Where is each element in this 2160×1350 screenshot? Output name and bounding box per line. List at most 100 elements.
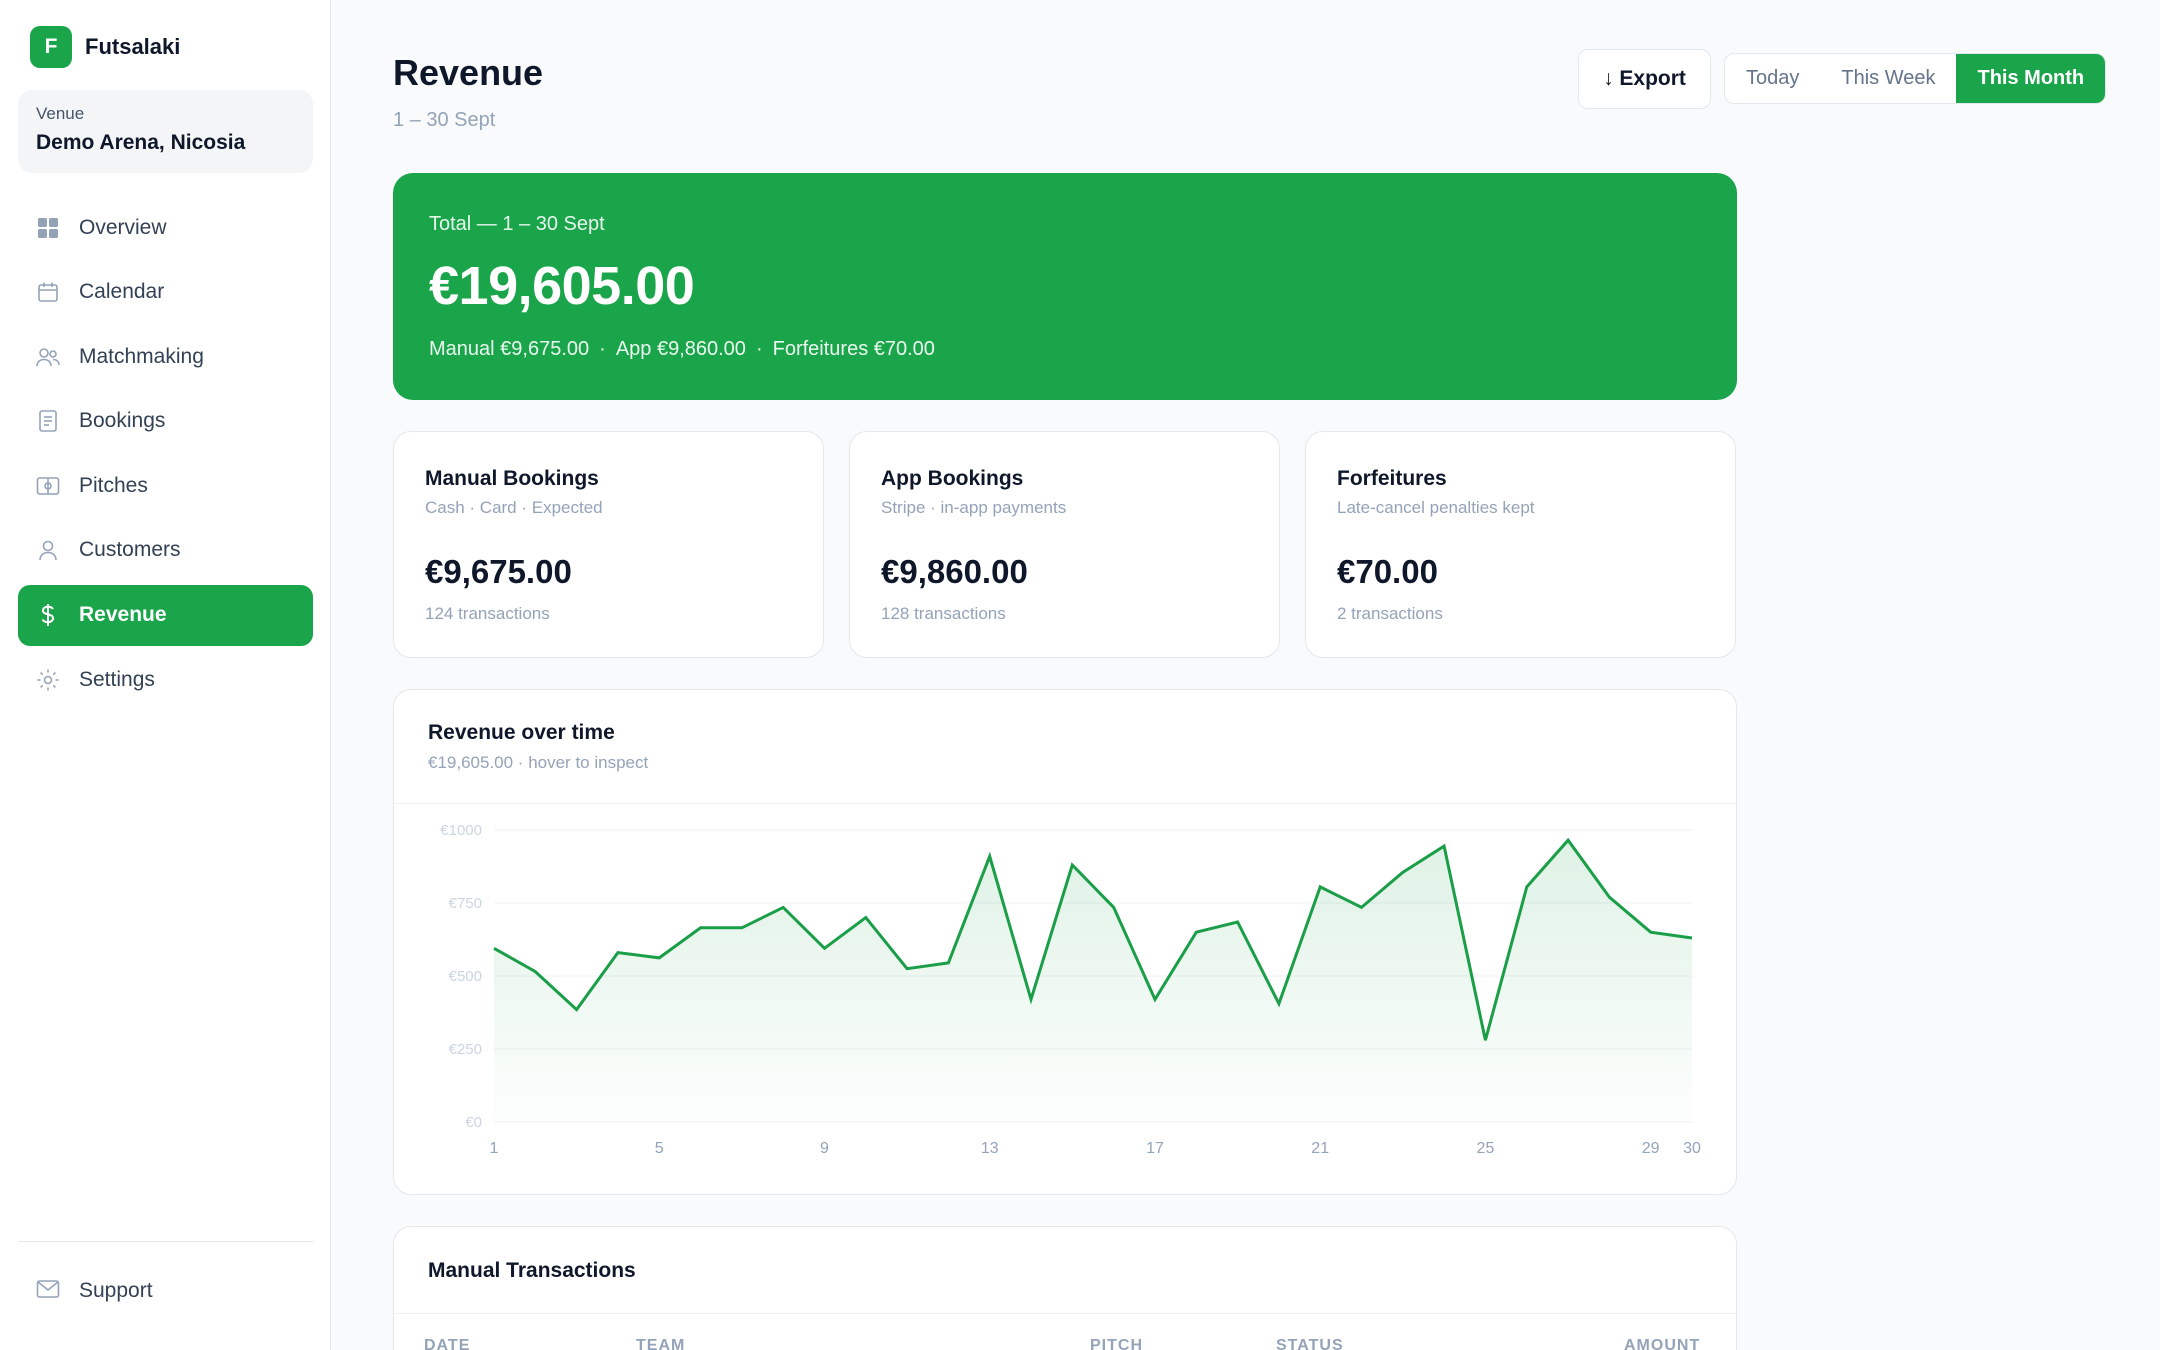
sidebar-item-label: Support xyxy=(79,1279,153,1302)
x-tick-label: 1 xyxy=(490,1140,499,1157)
data-point[interactable] xyxy=(1109,902,1119,912)
breakdown-separator: · xyxy=(599,338,606,360)
data-point[interactable] xyxy=(1315,882,1325,892)
data-point[interactable] xyxy=(1646,927,1656,937)
data-point[interactable] xyxy=(902,964,912,974)
sidebar-item-matchmaking[interactable]: Matchmaking xyxy=(18,326,313,387)
breakdown-manual: Manual €9,675.00 xyxy=(429,338,590,360)
data-point[interactable] xyxy=(737,923,747,933)
sidebar: F Futsalaki Venue Demo Arena, Nicosia Ov… xyxy=(0,0,331,1350)
data-point[interactable] xyxy=(778,902,788,912)
stat-subtitle: Cash · Card · Expected xyxy=(425,498,603,517)
data-point[interactable] xyxy=(1563,835,1573,845)
data-point[interactable] xyxy=(1604,892,1614,902)
data-point[interactable] xyxy=(1067,860,1077,870)
data-point[interactable] xyxy=(1522,882,1532,892)
stat-title: Forfeitures xyxy=(1337,467,1447,490)
data-point[interactable] xyxy=(1150,994,1160,1004)
sidebar-item-bookings[interactable]: Bookings xyxy=(18,391,313,452)
data-point[interactable] xyxy=(1191,927,1201,937)
x-tick-label: 21 xyxy=(1311,1140,1329,1157)
revenue-chart[interactable]: €0 €250 €500 €750 €1000 1 5 9 13 17 21 25 29 30 xyxy=(394,804,1736,1194)
venue-name: Demo Arena, Nicosia xyxy=(36,131,246,154)
grid-icon xyxy=(36,216,60,240)
data-point[interactable] xyxy=(819,943,829,953)
column-header-pitch[interactable]: PITCH xyxy=(1090,1337,1143,1350)
data-point[interactable] xyxy=(1026,994,1036,1004)
revenue-area xyxy=(494,840,1692,1122)
page-subtitle: 1 – 30 Sept xyxy=(393,109,496,131)
stat-card-manual-bookings: Manual Bookings Cash · Card · Expected €… xyxy=(393,431,824,658)
stat-title: App Bookings xyxy=(881,467,1024,490)
gear-icon xyxy=(36,668,60,692)
sidebar-item-pitches[interactable]: Pitches xyxy=(18,455,313,516)
sidebar-item-label: Matchmaking xyxy=(79,344,204,368)
venue-label: Venue xyxy=(36,104,85,123)
stat-value: €9,675.00 xyxy=(425,553,572,590)
sidebar-item-label: Pitches xyxy=(79,473,148,497)
sidebar-item-revenue[interactable]: Revenue xyxy=(18,584,313,646)
pitch-icon xyxy=(36,474,60,498)
sidebar-item-calendar[interactable]: Calendar xyxy=(18,262,313,323)
x-tick-label: 17 xyxy=(1146,1140,1164,1157)
transactions-divider xyxy=(394,1313,1736,1314)
revenue-chart-card: Revenue over time €19,605.00 · hover to … xyxy=(393,689,1737,1195)
x-tick-label: 29 xyxy=(1642,1140,1660,1157)
range-this-month-button[interactable]: This Month xyxy=(1956,54,2106,103)
brand[interactable]: F Futsalaki xyxy=(30,26,180,68)
data-point[interactable] xyxy=(861,913,871,923)
sidebar-item-label: Customers xyxy=(79,538,181,562)
total-label: Total — 1 – 30 Sept xyxy=(429,213,605,235)
x-tick-label: 13 xyxy=(981,1140,999,1157)
data-point[interactable] xyxy=(696,923,706,933)
data-point[interactable] xyxy=(1439,841,1449,851)
data-point[interactable] xyxy=(572,1005,582,1015)
stat-card-app-bookings: App Bookings Stripe · in-app payments €9… xyxy=(849,431,1280,658)
stat-subtitle: Late-cancel penalties kept xyxy=(1337,498,1535,517)
x-tick-label: 25 xyxy=(1477,1140,1495,1157)
data-point[interactable] xyxy=(943,958,953,968)
column-header-status[interactable]: STATUS xyxy=(1276,1337,1344,1350)
stat-value: €70.00 xyxy=(1337,553,1438,590)
sidebar-item-customers[interactable]: Customers xyxy=(18,520,313,581)
y-tick-label: €250 xyxy=(449,1041,482,1058)
total-revenue-card: Total — 1 – 30 Sept €19,605.00 Manual €9… xyxy=(393,173,1737,400)
data-point[interactable] xyxy=(1480,1035,1490,1045)
column-header-amount[interactable]: AMOUNT xyxy=(1624,1337,1700,1350)
y-tick-label: €0 xyxy=(465,1114,482,1131)
sidebar-item-label: Overview xyxy=(79,215,167,239)
venue-selector[interactable]: Venue Demo Arena, Nicosia xyxy=(18,90,313,173)
total-breakdown: Manual €9,675.00 · App €9,860.00 · Forfeitur… xyxy=(429,338,935,361)
y-tick-label: €500 xyxy=(449,968,482,985)
sidebar-item-support[interactable]: Support xyxy=(18,1262,313,1320)
sidebar-item-label: Revenue xyxy=(79,603,167,627)
dollar-icon xyxy=(36,603,60,627)
stat-card-forfeitures: Forfeitures Late-cancel penalties kept €… xyxy=(1305,431,1736,658)
column-header-date[interactable]: DATE xyxy=(424,1337,470,1350)
sidebar-item-label: Settings xyxy=(79,667,155,691)
column-header-team[interactable]: TEAM xyxy=(636,1337,685,1350)
data-point[interactable] xyxy=(1274,999,1284,1009)
stat-transactions: 2 transactions xyxy=(1337,604,1443,623)
data-point[interactable] xyxy=(1398,867,1408,877)
stat-transactions: 124 transactions xyxy=(425,604,550,623)
sidebar-nav: Overview Calendar Matchmaking Bookings P… xyxy=(18,197,313,714)
range-this-week-button[interactable]: This Week xyxy=(1820,54,1956,103)
sidebar-item-settings[interactable]: Settings xyxy=(18,649,313,710)
sidebar-item-overview[interactable]: Overview xyxy=(18,197,313,258)
data-point[interactable] xyxy=(1357,902,1367,912)
range-today-button[interactable]: Today xyxy=(1725,54,1820,103)
data-point[interactable] xyxy=(1233,917,1243,927)
data-point[interactable] xyxy=(489,943,499,953)
y-tick-label: €750 xyxy=(449,895,482,912)
export-button[interactable]: ↓ Export xyxy=(1578,49,1711,109)
breakdown-separator: · xyxy=(755,338,763,360)
data-point[interactable] xyxy=(654,953,664,963)
stat-subtitle: Stripe · in-app payments xyxy=(881,498,1067,517)
data-point[interactable] xyxy=(530,967,540,977)
data-point[interactable] xyxy=(1687,933,1697,943)
data-point[interactable] xyxy=(613,948,623,958)
data-point[interactable] xyxy=(985,851,995,861)
sidebar-item-label: Calendar xyxy=(79,280,165,304)
x-tick-label: 9 xyxy=(820,1140,829,1157)
